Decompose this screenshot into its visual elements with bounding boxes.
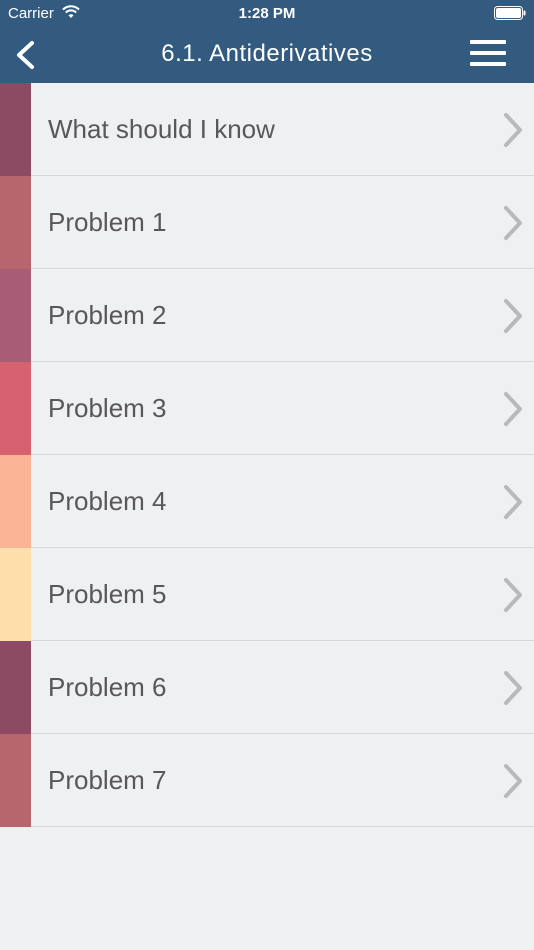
chevron-right-icon — [504, 671, 522, 705]
list-item-label: Problem 6 — [48, 672, 167, 702]
list-item-problem-1[interactable]: Problem 1 — [0, 176, 534, 269]
header: Carrier 1:28 PM 6.1. Antiderivatives — [0, 0, 534, 83]
list-item-problem-2[interactable]: Problem 2 — [0, 269, 534, 362]
chevron-right-icon — [504, 206, 522, 240]
chevron-right-icon — [504, 113, 522, 147]
list-item-what-should-i-know[interactable]: What should I know — [0, 83, 534, 176]
list-item-label: Problem 3 — [48, 393, 167, 423]
list-item-problem-3[interactable]: Problem 3 — [0, 362, 534, 455]
color-swatch — [0, 641, 31, 734]
chevron-right-icon — [504, 485, 522, 519]
list-item-problem-6[interactable]: Problem 6 — [0, 641, 534, 734]
chevron-right-icon — [504, 578, 522, 612]
list-item-label: What should I know — [48, 114, 275, 144]
status-bar: Carrier 1:28 PM — [0, 0, 534, 28]
color-swatch — [0, 734, 31, 827]
color-swatch — [0, 176, 31, 269]
color-swatch — [0, 455, 31, 548]
list-item-problem-7[interactable]: Problem 7 — [0, 734, 534, 827]
color-swatch — [0, 83, 31, 176]
list-item-label: Problem 1 — [48, 207, 167, 237]
list-item-label: Problem 4 — [48, 486, 167, 516]
battery-icon — [494, 6, 526, 20]
menu-button[interactable] — [470, 40, 506, 66]
color-swatch — [0, 362, 31, 455]
clock: 1:28 PM — [238, 5, 296, 22]
row-divider — [31, 826, 534, 827]
chevron-right-icon — [504, 764, 522, 798]
nav-bar: 6.1. Antiderivatives — [0, 28, 534, 83]
list-item-label: Problem 7 — [48, 765, 167, 795]
list-item-label: Problem 2 — [48, 300, 167, 330]
chevron-right-icon — [504, 299, 522, 333]
list-item-problem-5[interactable]: Problem 5 — [0, 548, 534, 641]
topic-list: What should I know Problem 1 Problem 2 P… — [0, 83, 534, 827]
color-swatch — [0, 548, 31, 641]
chevron-right-icon — [504, 392, 522, 426]
page-title: 6.1. Antiderivatives — [161, 40, 373, 67]
hamburger-menu-icon — [470, 40, 506, 66]
list-item-problem-4[interactable]: Problem 4 — [0, 455, 534, 548]
list-item-label: Problem 5 — [48, 579, 167, 609]
color-swatch — [0, 269, 31, 362]
